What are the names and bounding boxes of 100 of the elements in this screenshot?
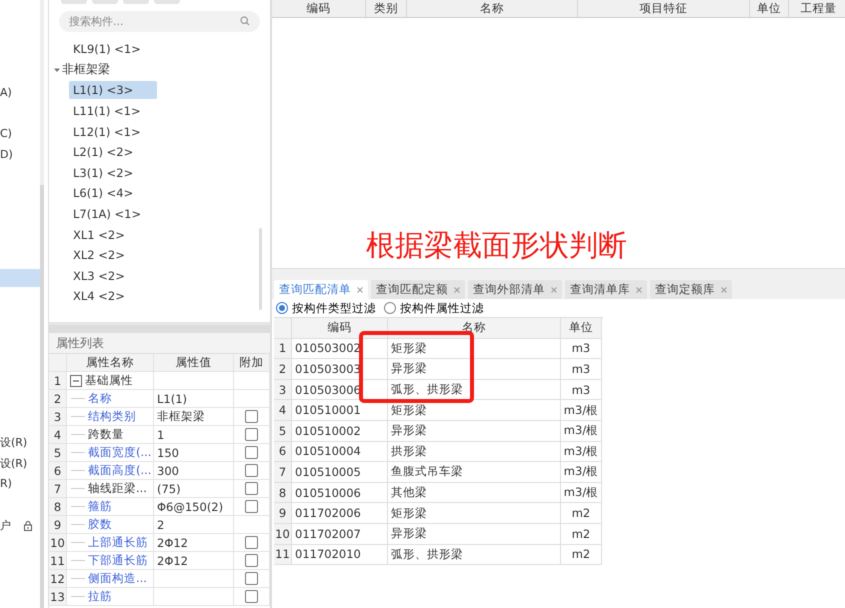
tree-item[interactable]: KL9(1) <1> — [69, 40, 145, 58]
column-header: 类别 — [366, 0, 407, 17]
checkbox[interactable] — [245, 536, 258, 549]
tab[interactable]: 查询匹配清单 — [274, 280, 368, 299]
lock-icon[interactable] — [23, 520, 33, 531]
property-value[interactable]: 非框架梁 — [154, 408, 234, 426]
table-cell: m3 — [561, 338, 602, 360]
row-number: 8 — [274, 482, 292, 504]
property-value[interactable]: 2 — [154, 516, 234, 534]
tab[interactable]: 查询外部清单 — [468, 280, 562, 299]
property-value[interactable]: (75) — [154, 480, 234, 498]
clipped-label: 户 — [0, 518, 11, 533]
table-cell: 010510006 — [292, 482, 388, 504]
table-cell: 010510001 — [292, 400, 388, 421]
search-field[interactable]: 搜索构件... — [59, 11, 260, 32]
table-cell: 异形梁 — [388, 524, 561, 545]
table-cell: m3 — [561, 380, 602, 400]
checkbox[interactable] — [245, 464, 258, 477]
tab[interactable]: 查询匹配定额 — [371, 280, 465, 299]
close-icon[interactable] — [721, 286, 727, 292]
row-number: 7 — [49, 480, 67, 498]
property-group-label: 基础属性 — [85, 373, 133, 388]
table-cell: 010510005 — [292, 462, 388, 483]
table-cell: 010503002 — [292, 338, 388, 360]
table-cell[interactable] — [154, 570, 234, 588]
tree-item[interactable]: L3(1) <2> — [69, 164, 138, 182]
radio-button[interactable] — [384, 302, 396, 314]
property-name: 名称 — [88, 391, 112, 406]
table-cell: 其他梁 — [388, 482, 561, 504]
radio-option[interactable]: 按构件类型过滤 — [276, 300, 376, 316]
property-value[interactable]: 2Φ12 — [154, 552, 234, 570]
property-name: 侧面构造... — [88, 571, 147, 586]
checkbox[interactable] — [245, 482, 258, 495]
tree-item[interactable]: L6(1) <4> — [69, 184, 138, 202]
checkbox[interactable] — [245, 554, 258, 567]
property-value[interactable]: 2Φ12 — [154, 534, 234, 552]
checkbox[interactable] — [245, 590, 258, 603]
property-value[interactable]: 1 — [154, 426, 234, 444]
property-value[interactable]: 150 — [154, 444, 234, 462]
close-icon[interactable] — [551, 286, 557, 292]
table-cell: 011702010 — [292, 544, 388, 566]
collapse-toggle[interactable] — [70, 374, 82, 386]
tree-item[interactable]: XL4 <2> — [69, 287, 129, 306]
column-header: 属性名称 — [67, 354, 154, 372]
column-header: 项目特征 — [578, 0, 750, 17]
table-cell: 矩形梁 — [388, 338, 561, 360]
row-number: 12 — [49, 570, 67, 588]
tab[interactable]: 查询清单库 — [565, 280, 647, 299]
row-number: 2 — [274, 359, 292, 380]
row-number: 3 — [49, 408, 67, 426]
close-icon[interactable] — [636, 286, 642, 292]
table-cell: 异形梁 — [388, 359, 561, 380]
table-cell: 矩形梁 — [388, 503, 561, 524]
column-header: 工程量 — [789, 0, 845, 17]
property-value[interactable]: L1(1) — [154, 390, 234, 408]
property-name: 结构类别 — [88, 409, 136, 424]
tree-item[interactable]: L2(1) <2> — [69, 143, 138, 162]
tree-item[interactable]: XL2 <2> — [69, 246, 129, 264]
checkbox[interactable] — [245, 446, 258, 459]
close-icon[interactable] — [454, 286, 460, 292]
annotation-text: 根据梁截面形状判断 — [366, 227, 627, 264]
tree-item[interactable]: L1(1) <3> — [69, 81, 158, 100]
tree-item[interactable]: L7(1A) <1> — [69, 205, 146, 224]
checkbox[interactable] — [245, 572, 258, 585]
property-name: 轴线距梁... — [88, 481, 147, 496]
row-number: 7 — [274, 462, 292, 483]
tree-item[interactable]: XL3 <2> — [69, 266, 129, 285]
property-name: 截面宽度(... — [88, 445, 152, 460]
table-cell: 鱼腹式吊车梁 — [388, 462, 561, 483]
tree-item[interactable]: L11(1) <1> — [69, 102, 145, 120]
tree-item[interactable]: L12(1) <1> — [69, 122, 145, 141]
table-cell[interactable] — [154, 372, 234, 390]
row-number: 2 — [49, 390, 67, 408]
tree-group-label[interactable]: 非框架梁 — [62, 61, 110, 78]
scrollbar[interactable] — [40, 185, 44, 608]
table-cell: m3/根 — [561, 462, 602, 483]
row-number: 4 — [49, 426, 67, 444]
scrollbar[interactable] — [259, 228, 262, 310]
property-value[interactable]: Φ6@150(2) — [154, 498, 234, 516]
table-cell: 矩形梁 — [388, 400, 561, 421]
row-number: 9 — [49, 516, 67, 534]
radio-button[interactable] — [276, 302, 288, 314]
checkbox[interactable] — [245, 410, 258, 423]
table-cell[interactable] — [154, 588, 234, 606]
table-cell: m3/根 — [561, 420, 602, 442]
row-number: 6 — [274, 442, 292, 462]
close-icon[interactable] — [357, 286, 363, 292]
column-header: 附加 — [234, 354, 270, 372]
checkbox[interactable] — [245, 428, 258, 441]
table-cell: 拱形梁 — [388, 442, 561, 462]
checkbox[interactable] — [245, 500, 258, 513]
property-value[interactable]: 300 — [154, 462, 234, 480]
row-number: 5 — [49, 444, 67, 462]
column-header: 单位 — [561, 318, 602, 339]
search-icon[interactable] — [240, 16, 250, 26]
row-number: 9 — [274, 503, 292, 524]
tab[interactable]: 查询定额库 — [650, 280, 732, 299]
tree-item[interactable]: XL1 <2> — [69, 226, 129, 244]
caret-icon[interactable] — [54, 66, 60, 73]
radio-option[interactable]: 按构件属性过滤 — [384, 300, 484, 316]
